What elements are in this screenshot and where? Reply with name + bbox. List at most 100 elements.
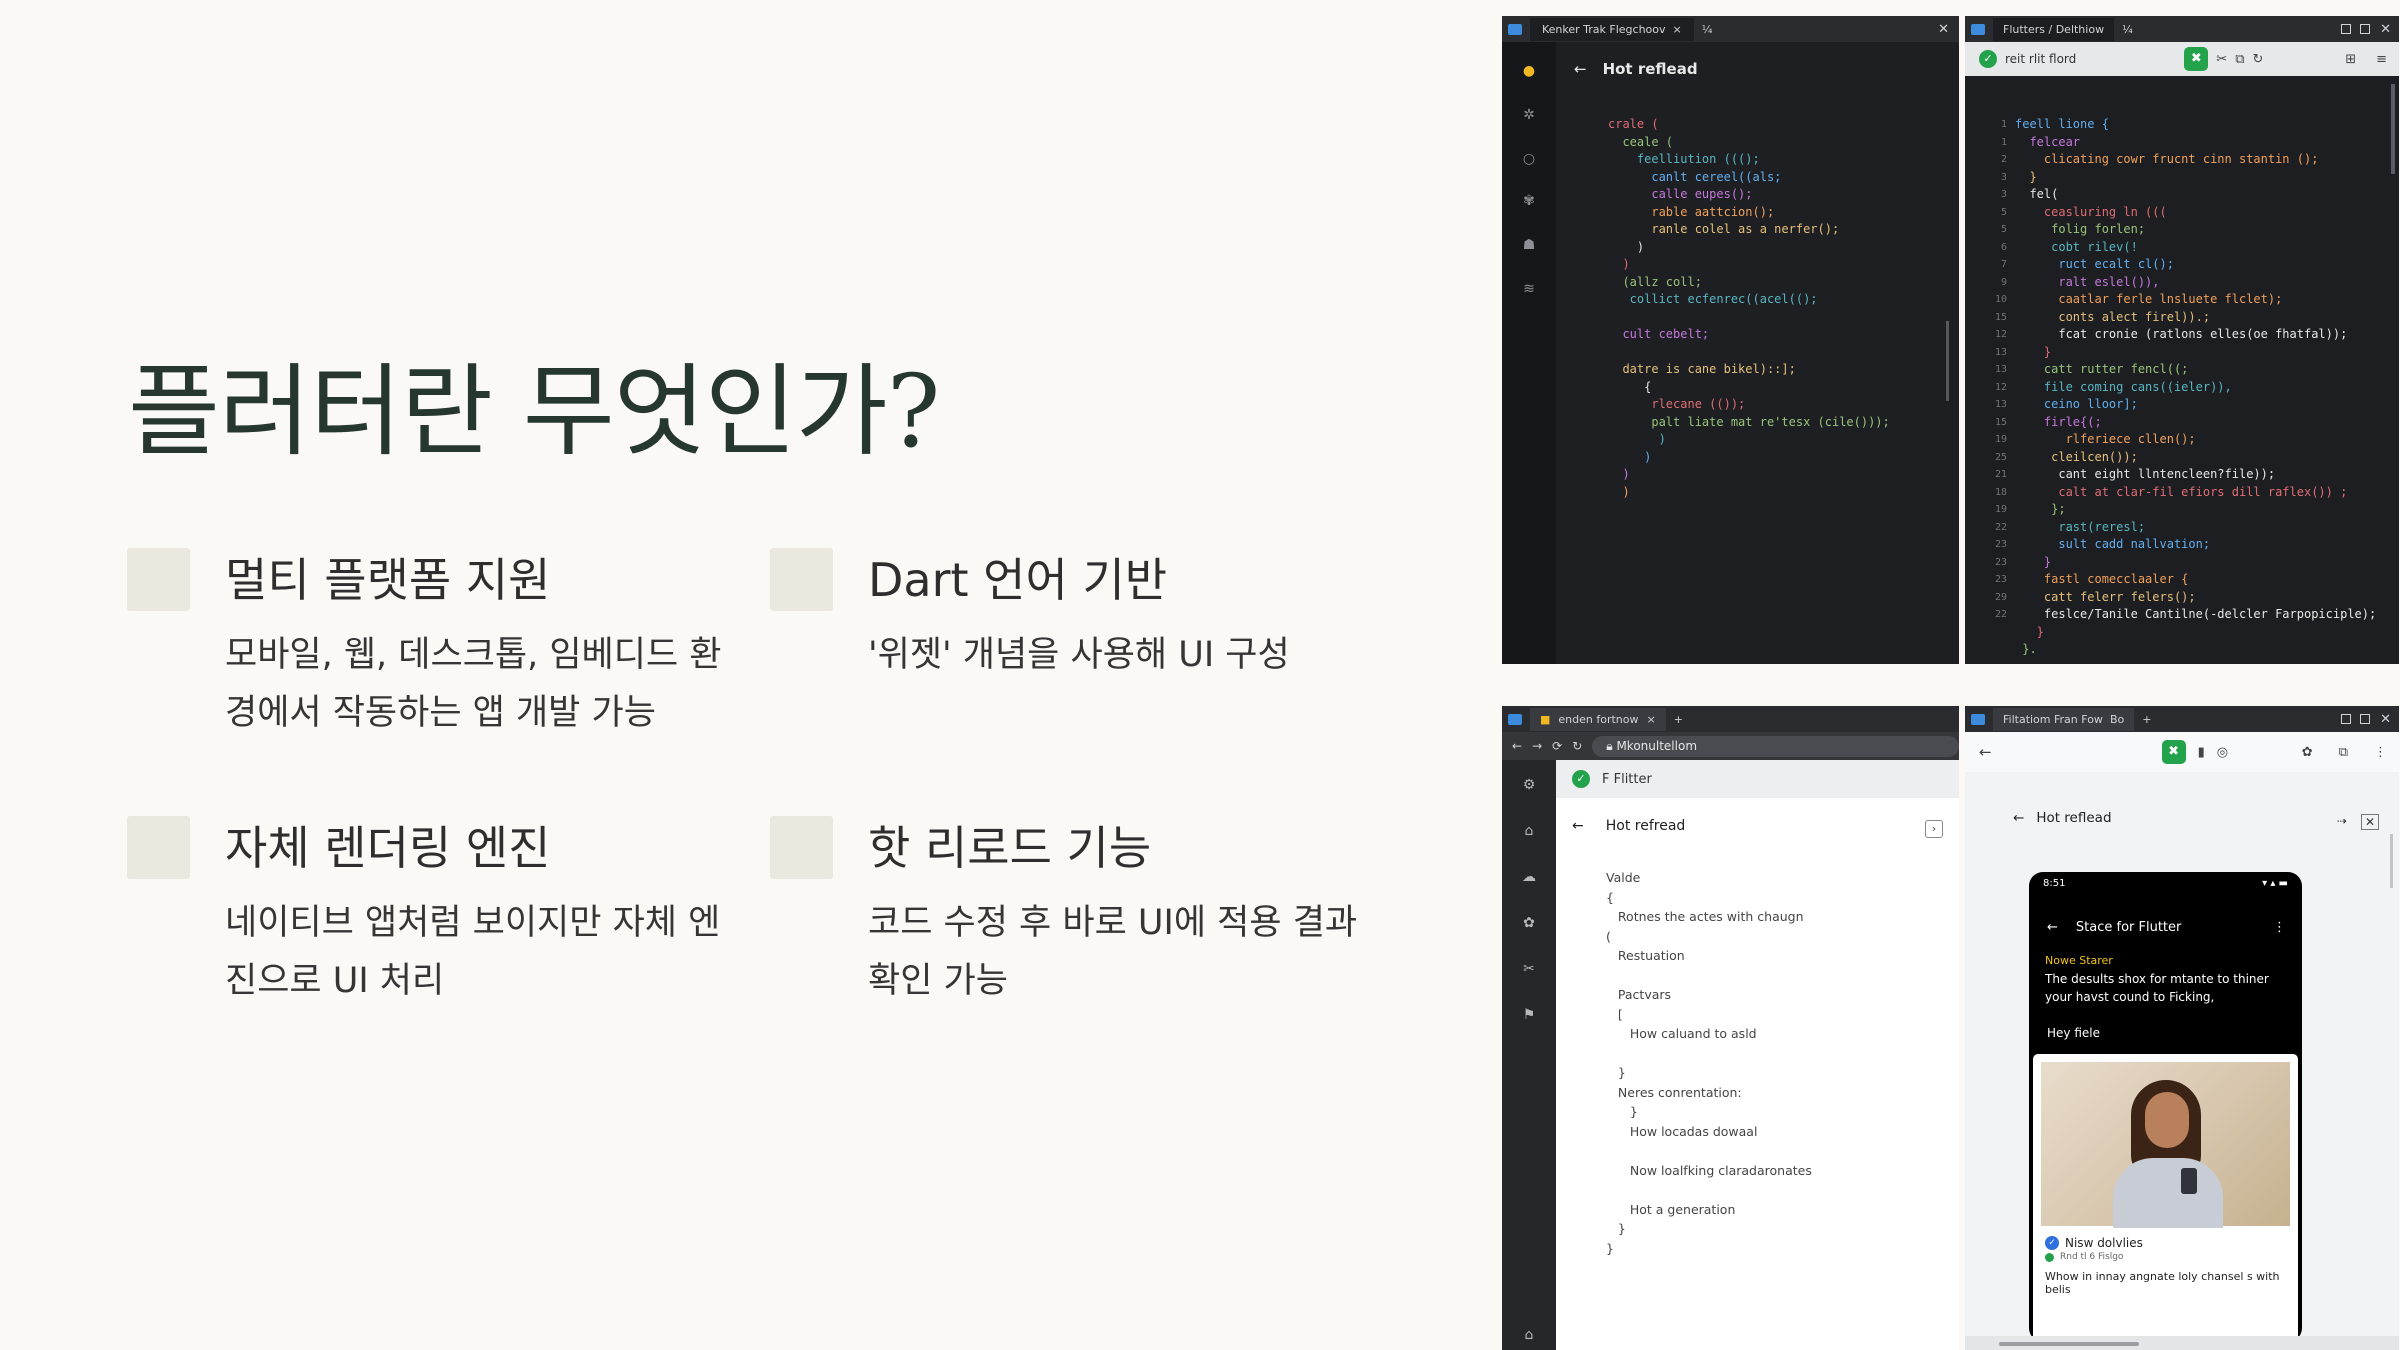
code-line: ranle colel as a nerfer(); (1608, 222, 1840, 236)
code-line: clicating cowr frucnt cinn stantin (); (2015, 152, 2319, 166)
editor-window-2: Flutters / Delthiow ¼ ✕ ✓ reit rlit flor… (1965, 16, 2399, 664)
status-dot-icon (2045, 1252, 2054, 1262)
home-icon[interactable]: ⌂ (1520, 822, 1538, 840)
cloud-icon[interactable]: ☁ (1520, 868, 1538, 886)
widget-icon[interactable]: ✿ (1520, 914, 1538, 932)
page-title: Hot reflead (2036, 810, 2112, 826)
code-line: catt felerr felers(); (2015, 589, 2196, 604)
new-tab-icon[interactable]: + (2142, 713, 2151, 726)
close-window-icon[interactable]: ✕ (1938, 22, 1949, 37)
back-icon[interactable]: ← (1512, 739, 1522, 753)
code-line: cult cebelt; (1608, 327, 1710, 341)
code-line: canlt cereel((als; (1608, 169, 1782, 184)
tab-close-icon[interactable]: × (1673, 23, 1682, 36)
explorer-icon[interactable]: ✲ (1520, 106, 1538, 124)
tab-extra: ¼ (1701, 22, 1713, 36)
scrollbar[interactable] (2391, 84, 2395, 174)
tab-close-icon[interactable]: × (1647, 713, 1656, 726)
editor-tab[interactable]: Flutters / Delthiow (1993, 17, 2115, 41)
activity-bar: ● ✲ ○ ✾ ☗ ≋ (1502, 42, 1556, 664)
close-icon[interactable]: ✕ (2360, 814, 2379, 830)
run-toolbar: ✓ reit rlit flord ✖ ✂ ⧉ ↻ ⊞ ≡ (1965, 42, 2399, 76)
pin-icon[interactable]: ⇢ (2337, 814, 2347, 830)
horizontal-scrollbar[interactable] (1999, 1342, 2139, 1346)
hot-reload-button[interactable]: ✖ (2161, 740, 2186, 764)
reload-icon[interactable]: ⟳ (1552, 739, 1562, 753)
maximize-icon[interactable] (2360, 714, 2371, 724)
extensions-icon[interactable]: ≋ (1520, 280, 1538, 298)
slide-title: 플러터란 무엇인가? (128, 353, 940, 470)
feature-title: Dart 언어 기반 (868, 553, 1168, 607)
photo-image (2041, 1062, 2290, 1228)
flutter-logo-icon[interactable]: ● (1520, 62, 1538, 80)
scrollbar[interactable] (1946, 321, 1949, 401)
app-logo-icon (1508, 713, 1522, 725)
feature-description: 모바일, 웹, 데스크톱, 임베디드 환경에서 작동하는 앱 개발 가능 (225, 635, 722, 733)
copy-icon[interactable]: ⧉ (2339, 745, 2348, 760)
hot-reload-button[interactable]: ✖ (2184, 47, 2209, 71)
maximize-icon[interactable] (2360, 24, 2371, 34)
page-content: ← Hot refread › Valde { Rotnes the actes … (1556, 798, 1959, 1350)
code-line: cleilcen()); (2015, 449, 2138, 464)
code-line: feslce/Tanile Cantilne(-delcler Farpopic… (2015, 607, 2377, 621)
back-arrow-icon[interactable]: ← (1572, 818, 1584, 834)
url-input[interactable]: 🔒︎ Mkonultellom (1592, 735, 1959, 757)
code-line: calt at clar-fil efiors dill raflex()) ; (2015, 484, 2348, 499)
code-editor[interactable]: feell lione { felcear clicating cowr fru… (2015, 116, 2376, 659)
code-line: rlecane (()); (1608, 397, 1746, 411)
feature-description: '위젯' 개념을 사용해 UI 구성 (868, 635, 1290, 675)
flag-icon[interactable]: ⚑ (1520, 1006, 1538, 1024)
menu-icon[interactable]: ≡ (2376, 52, 2387, 67)
card-title: Nisw dolvlies (2065, 1236, 2143, 1250)
stats-icon[interactable]: ▮ (2198, 745, 2205, 760)
new-tab-icon[interactable]: + (1674, 713, 1683, 726)
close-window-icon[interactable]: ✕ (2380, 22, 2391, 37)
card-text: Whow in innay angnate loly chansel s wit… (2045, 1270, 2280, 1296)
content-card[interactable]: ✓ Nisw dolvlies Rnd tl 6 Fislgo Whow in i… (2033, 1054, 2298, 1342)
source-control-icon[interactable]: ✾ (1520, 192, 1538, 210)
back-icon[interactable]: ← (1979, 743, 1992, 761)
code-line: collict ecfenrec((acel((); (1608, 292, 1818, 306)
copy-icon[interactable]: ⧉ (2235, 52, 2244, 67)
bottom-icon[interactable]: ⌂ (1520, 1326, 1538, 1344)
code-line: felcear (2015, 134, 2081, 149)
minimize-icon[interactable] (2341, 24, 2352, 34)
code-line: firle{(; (2015, 414, 2102, 429)
code-line: ) (1608, 484, 1630, 499)
app-bar: ← Stace for Flutter (2047, 920, 2181, 935)
code-line: conts alect firel)).; (2015, 309, 2211, 324)
code-line: caatlar ferle lnsluete flclet); (2015, 292, 2283, 306)
search-icon[interactable]: ○ (1520, 150, 1538, 168)
scrollbar[interactable] (2390, 834, 2393, 888)
refresh-icon[interactable]: ↻ (2252, 52, 2263, 67)
chevron-right-icon[interactable]: › (1925, 820, 1943, 838)
tab-favicon-icon: ■ (1540, 712, 1551, 726)
back-arrow-icon[interactable]: ← (1574, 60, 1587, 78)
pin-icon[interactable]: ✂ (2216, 52, 2227, 67)
settings-icon[interactable]: ⚙ (1520, 776, 1538, 794)
more-icon[interactable]: ⋮ (2273, 920, 2286, 935)
close-window-icon[interactable]: ✕ (2380, 712, 2391, 727)
capture-icon[interactable]: ◎ (2217, 745, 2228, 760)
feature-icon-box (127, 548, 190, 611)
back-arrow-icon[interactable]: ← (2047, 920, 2058, 935)
tools-icon[interactable]: ✂ (1520, 960, 1538, 978)
layout-icon[interactable]: ⊞ (2345, 52, 2356, 67)
feature-icon-box (770, 548, 833, 611)
code-line: cant eight llntencleen?file)); (2015, 467, 2276, 481)
minimize-icon[interactable] (2341, 714, 2352, 724)
preview-tab[interactable]: Filtatiom Fran Fow Bo (1993, 707, 2135, 731)
feature-description: 네이티브 앱처럼 보이지만 자체 엔진으로 UI 처리 (225, 903, 721, 1001)
forward-icon[interactable]: → (1532, 739, 1542, 753)
plugin-icon[interactable]: ✿ (2302, 745, 2313, 760)
refresh-icon[interactable]: ↻ (1572, 739, 1582, 753)
back-arrow-icon[interactable]: ← (2013, 810, 2024, 826)
code-line: ) (1608, 467, 1630, 481)
code-line: folig forlen; (2015, 222, 2146, 236)
more-icon[interactable]: ⋮ (2374, 745, 2387, 760)
feature-title: 자체 렌더링 엔진 (225, 821, 551, 875)
code-editor[interactable]: crale ( ceale ( feelliution (((); canlt … (1608, 116, 1890, 501)
debug-icon[interactable]: ☗ (1520, 236, 1538, 254)
editor-tab[interactable]: Kenker Trak Flegchoov × (1530, 17, 1694, 41)
browser-tab[interactable]: ■ enden fortnow × (1530, 707, 1666, 731)
